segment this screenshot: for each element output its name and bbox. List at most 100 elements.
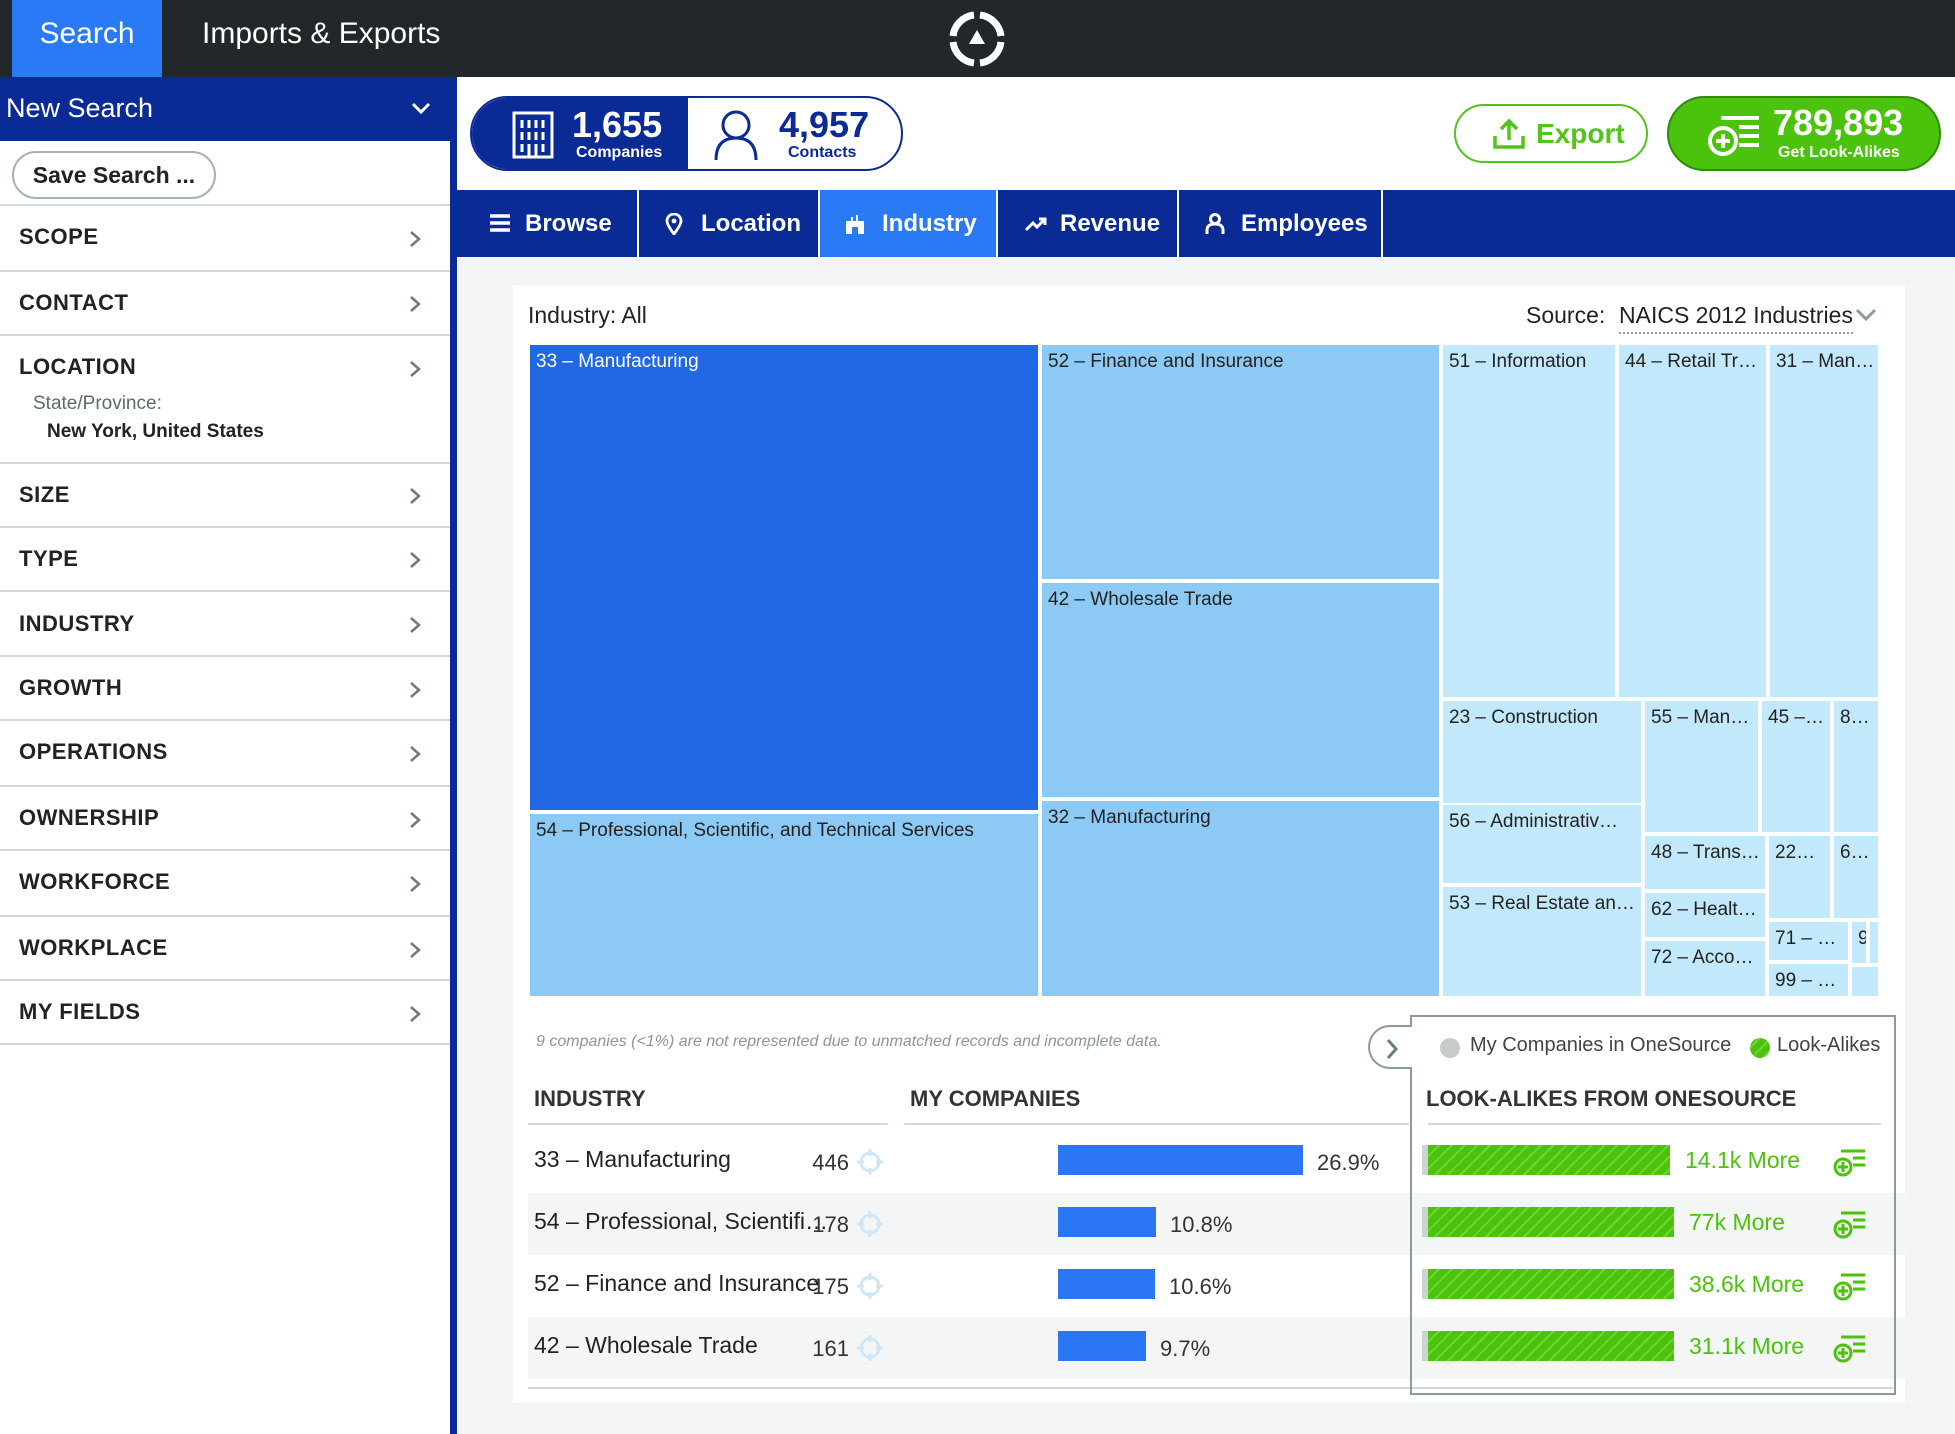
tab-industry[interactable]: Industry (820, 190, 998, 257)
sidebar-item-my-fields[interactable]: MY FIELDS (0, 979, 450, 1045)
chevron-right-icon (1386, 1039, 1399, 1059)
treemap-cell[interactable]: 8… (1832, 699, 1880, 834)
treemap-cell[interactable]: 22… (1767, 834, 1832, 920)
lookalikes-toggle-button[interactable] (1368, 1025, 1412, 1069)
results-header: 1,655 Companies 4,957 Contacts Export 78… (457, 77, 1955, 190)
treemap-cell[interactable]: 44 – Retail Tr… (1617, 343, 1768, 699)
treemap-cell[interactable]: 56 – Administrativ… (1441, 805, 1643, 885)
treemap-cell-label: 54 – Professional, Scientific, and Techn… (536, 820, 974, 841)
treemap-cell[interactable]: 52 – Finance and Insurance (1040, 343, 1441, 581)
treemap-cell[interactable]: 31 – Man… (1768, 343, 1880, 699)
tab-label: Location (701, 210, 801, 237)
person-icon (714, 110, 758, 161)
tab-imports-exports[interactable]: Imports & Exports (172, 0, 470, 77)
sidebar-item-operations[interactable]: OPERATIONS (0, 719, 450, 785)
chevron-right-icon (410, 231, 421, 247)
target-logo-icon[interactable] (948, 10, 1006, 68)
treemap-cell[interactable]: 32 – Manufacturing (1040, 799, 1441, 998)
company-share-percent: 10.6% (1169, 1274, 1232, 1299)
unmatched-note: 9 companies (<1%) are not represented du… (536, 1033, 1162, 1050)
industry-treemap: 33 – Manufacturing 54 – Professional, Sci… (528, 343, 1880, 998)
add-list-icon[interactable] (1833, 1272, 1867, 1302)
sidebar-item-size[interactable]: SIZE (0, 462, 450, 526)
treemap-cell[interactable]: 48 – Trans… (1643, 834, 1767, 891)
tab-employees[interactable]: Employees (1179, 190, 1383, 257)
treemap-cell[interactable]: 72 – Acco… (1643, 939, 1767, 998)
location-sub-label: State/Province: (33, 393, 162, 414)
lookalike-more-link[interactable]: 14.1k More (1685, 1147, 1800, 1174)
sidebar-item-label: TYPE (19, 546, 79, 571)
crosshair-icon[interactable] (856, 1272, 884, 1300)
tab-search[interactable]: Search (12, 0, 162, 77)
treemap-cell[interactable]: 45 –… (1760, 699, 1832, 834)
add-list-icon[interactable] (1833, 1334, 1867, 1364)
divider (528, 1123, 888, 1125)
crosshair-icon[interactable] (856, 1148, 884, 1176)
tab-location[interactable]: Location (639, 190, 820, 257)
treemap-cell-label: 55 – Man… (1651, 707, 1750, 728)
source-select[interactable]: NAICS 2012 Industries (1619, 302, 1853, 334)
treemap-cell-label: 53 – Real Estate an… (1449, 893, 1635, 914)
sidebar-item-workplace[interactable]: WORKPLACE (0, 915, 450, 979)
treemap-cell[interactable]: 9 (1850, 920, 1868, 965)
lookalikes-count: 789,893 (1773, 102, 1904, 143)
treemap-cell[interactable]: 6… (1832, 834, 1880, 920)
treemap-cell[interactable]: 71 – … (1767, 920, 1850, 962)
industry-name: 33 – Manufacturing (534, 1146, 731, 1172)
sidebar-item-scope[interactable]: SCOPE (0, 204, 450, 270)
sidebar-item-label: SCOPE (19, 224, 99, 249)
sidebar-item-label: OWNERSHIP (19, 805, 160, 830)
sidebar-item-type[interactable]: TYPE (0, 526, 450, 590)
sidebar-item-label: SIZE (19, 482, 70, 507)
export-button[interactable]: Export (1454, 104, 1648, 163)
company-share-bar (1058, 1269, 1155, 1299)
company-share-bar (1058, 1331, 1146, 1361)
lookalike-bar (1422, 1145, 1670, 1175)
location-sub-value: New York, United States (47, 421, 264, 442)
treemap-cell-label: 51 – Information (1449, 351, 1587, 372)
treemap-cell[interactable]: 33 – Manufacturing (528, 343, 1040, 812)
sidebar-item-ownership[interactable]: OWNERSHIP (0, 785, 450, 849)
save-search-button[interactable]: Save Search ... (12, 151, 216, 199)
contacts-count-button[interactable]: 4,957 Contacts (688, 98, 901, 169)
treemap-cell[interactable]: 99 – … (1767, 962, 1850, 998)
source-label: Source: (1526, 302, 1606, 328)
companies-count-button[interactable]: 1,655 Companies (472, 98, 688, 169)
treemap-cell[interactable]: 23 – Construction (1441, 699, 1643, 805)
lookalike-more-link[interactable]: 77k More (1689, 1209, 1785, 1236)
treemap-cell[interactable]: 55 – Man… (1643, 699, 1760, 834)
chevron-down-icon[interactable] (1855, 308, 1877, 322)
get-lookalikes-button[interactable]: 789,893 Get Look-Alikes (1667, 96, 1941, 171)
upload-icon (1493, 118, 1525, 149)
add-list-icon[interactable] (1833, 1210, 1867, 1240)
treemap-cell[interactable] (1850, 965, 1880, 998)
add-list-icon[interactable] (1833, 1148, 1867, 1178)
treemap-cell[interactable] (1868, 920, 1880, 965)
treemap-cell[interactable]: 62 – Healt… (1643, 891, 1767, 939)
sidebar-item-label: MY FIELDS (19, 999, 141, 1024)
treemap-cell-label: 71 – … (1775, 928, 1837, 949)
sidebar-item-contact[interactable]: CONTACT (0, 270, 450, 334)
crosshair-icon[interactable] (856, 1210, 884, 1238)
tab-label: Industry (882, 210, 977, 237)
company-count: 175 (812, 1274, 849, 1299)
crosshair-icon[interactable] (856, 1334, 884, 1362)
new-search-dropdown[interactable]: New Search (0, 77, 452, 141)
treemap-cell[interactable]: 42 – Wholesale Trade (1040, 581, 1441, 799)
treemap-cell[interactable]: 54 – Professional, Scientific, and Techn… (528, 812, 1040, 998)
tab-revenue[interactable]: Revenue (998, 190, 1179, 257)
treemap-cell[interactable]: 51 – Information (1441, 343, 1617, 699)
sidebar-item-location[interactable]: LOCATION State/Province: New York, Unite… (0, 334, 450, 462)
tab-browse[interactable]: Browse (465, 190, 639, 257)
lookalike-more-link[interactable]: 38.6k More (1689, 1271, 1804, 1298)
treemap-cell-label: 42 – Wholesale Trade (1048, 589, 1233, 610)
treemap-cell[interactable]: 53 – Real Estate an… (1441, 885, 1643, 998)
company-share-bar (1058, 1207, 1156, 1237)
sidebar-item-workforce[interactable]: WORKFORCE (0, 849, 450, 915)
lookalike-more-link[interactable]: 31.1k More (1689, 1333, 1804, 1360)
sidebar-item-industry[interactable]: INDUSTRY (0, 590, 450, 655)
company-count: 178 (812, 1212, 849, 1237)
sidebar-item-growth[interactable]: GROWTH (0, 655, 450, 719)
treemap-cell-label: 22… (1775, 842, 1816, 863)
chevron-right-icon (410, 296, 421, 312)
